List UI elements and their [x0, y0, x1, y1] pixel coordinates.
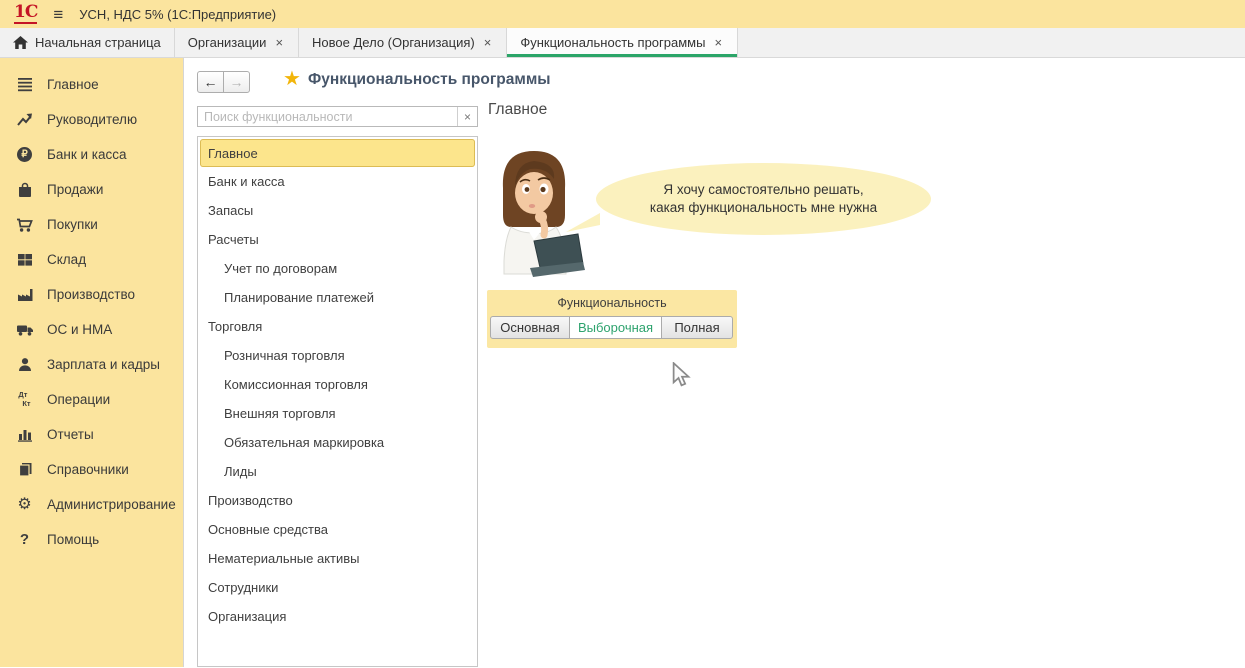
sidebar-item-label: Склад [47, 252, 86, 267]
list-item-organizaciya[interactable]: Организация [200, 602, 475, 631]
list-item-lidy[interactable]: Лиды [200, 457, 475, 486]
sidebar-item-pomosch[interactable]: ? Помощь [0, 522, 183, 557]
close-icon[interactable]: × [712, 35, 724, 50]
bubble-text-line2: какая функциональность мне нужна [650, 199, 877, 217]
list-item-osnovnye-sredstva[interactable]: Основные средства [200, 515, 475, 544]
section-sidebar: Главное Руководителю ₽ Банк и касса Прод… [0, 58, 183, 667]
sidebar-item-operacii[interactable]: ДтКт Операции [0, 382, 183, 417]
list-item-zapasy[interactable]: Запасы [200, 196, 475, 225]
ruble-icon: ₽ [15, 147, 34, 162]
main-content: ← → ★ Функциональность программы × Главн… [183, 58, 1245, 667]
functionality-panel: Функциональность Основная Выборочная Пол… [487, 290, 737, 348]
tab-bar: Начальная страница Организации × Новое Д… [0, 28, 1245, 58]
tab-organizations[interactable]: Организации × [175, 28, 299, 57]
history-nav: ← → [197, 71, 250, 93]
sidebar-item-spravochniki[interactable]: Справочники [0, 452, 183, 487]
list-item-nematerialnye-aktivy[interactable]: Нематериальные активы [200, 544, 475, 573]
functionality-segmented-control: Основная Выборочная Полная [490, 316, 734, 339]
factory-icon [15, 287, 34, 302]
window-titlebar: 1С ≡ УСН, НДС 5% (1С:Предприятие) [0, 0, 1245, 28]
sidebar-item-label: Справочники [47, 462, 129, 477]
truck-icon [15, 323, 34, 337]
home-icon [13, 36, 28, 49]
bubble-text-line1: Я хочу самостоятельно решать, [663, 181, 863, 199]
trend-icon [15, 112, 34, 127]
back-button[interactable]: ← [197, 71, 224, 93]
sidebar-item-label: Зарплата и кадры [47, 357, 160, 372]
sidebar-item-pokupki[interactable]: Покупки [0, 207, 183, 242]
sidebar-item-label: Операции [47, 392, 110, 407]
search-box: × [197, 106, 478, 127]
list-item-proizvodstvo[interactable]: Производство [200, 486, 475, 515]
list-item-glavnoe[interactable]: Главное [200, 139, 475, 167]
option-osnovnaya-button[interactable]: Основная [490, 316, 570, 339]
question-icon: ? [15, 531, 34, 548]
sidebar-item-sklad[interactable]: Склад [0, 242, 183, 277]
tab-label: Начальная страница [35, 35, 161, 50]
sidebar-item-label: Главное [47, 77, 99, 92]
sidebar-item-zarplata-kadry[interactable]: Зарплата и кадры [0, 347, 183, 382]
tab-new-delo[interactable]: Новое Дело (Организация) × [299, 28, 507, 57]
mouse-cursor-icon [671, 362, 692, 392]
cart-icon [15, 217, 34, 233]
window-title: УСН, НДС 5% (1С:Предприятие) [79, 7, 276, 22]
sidebar-item-label: Руководителю [47, 112, 137, 127]
list-item-torgovlya[interactable]: Торговля [200, 312, 475, 341]
bag-icon [15, 182, 34, 198]
option-vyborochnaya-button[interactable]: Выборочная [569, 316, 662, 339]
list-item-roznichnaya-torgovlya[interactable]: Розничная торговля [200, 341, 475, 370]
sidebar-item-proizvodstvo[interactable]: Производство [0, 277, 183, 312]
clear-search-icon[interactable]: × [457, 107, 477, 126]
page-title: Функциональность программы [308, 71, 551, 89]
tab-label: Новое Дело (Организация) [312, 35, 475, 50]
sidebar-item-label: Помощь [47, 532, 99, 547]
sidebar-item-otchety[interactable]: Отчеты [0, 417, 183, 452]
sidebar-item-administrirovanie[interactable]: ⚙ Администрирование [0, 487, 183, 522]
speech-bubble-tail [566, 211, 600, 233]
functionality-label: Функциональность [487, 296, 737, 310]
tab-functionality[interactable]: Функциональность программы × [507, 28, 738, 57]
favorite-star-icon[interactable]: ★ [283, 69, 301, 89]
option-polnaya-button[interactable]: Полная [661, 316, 733, 339]
1c-logo-icon: 1С [14, 4, 37, 24]
main-menu-icon[interactable]: ≡ [53, 6, 63, 23]
list-item-bank-kassa[interactable]: Банк и касса [200, 167, 475, 196]
list-item-sotrudniki[interactable]: Сотрудники [200, 573, 475, 602]
forward-button[interactable]: → [223, 71, 250, 93]
sidebar-item-label: Администрирование [47, 497, 176, 512]
list-item-vneshnyaya-torgovlya[interactable]: Внешняя торговля [200, 399, 475, 428]
warehouse-icon [15, 253, 34, 267]
sidebar-item-label: Производство [47, 287, 135, 302]
sidebar-item-prodazhi[interactable]: Продажи [0, 172, 183, 207]
sidebar-item-label: Банк и касса [47, 147, 127, 162]
list-item-komissionnaya-torgovlya[interactable]: Комиссионная торговля [200, 370, 475, 399]
sidebar-item-bank-kassa[interactable]: ₽ Банк и касса [0, 137, 183, 172]
sidebar-item-os-nma[interactable]: ОС и НМА [0, 312, 183, 347]
search-input[interactable] [198, 107, 457, 126]
tab-label: Организации [188, 35, 267, 50]
list-item-planirovanie-platezhey[interactable]: Планирование платежей [200, 283, 475, 312]
section-title: Главное [488, 101, 547, 119]
gear-icon: ⚙ [15, 497, 34, 513]
sidebar-item-label: Продажи [47, 182, 103, 197]
list-item-obyazatelnaya-markirovka[interactable]: Обязательная маркировка [200, 428, 475, 457]
bar-chart-icon [15, 427, 34, 442]
close-icon[interactable]: × [482, 35, 494, 50]
person-icon [15, 357, 34, 372]
dtkt-icon: ДтКт [15, 391, 34, 408]
sidebar-item-label: ОС и НМА [47, 322, 112, 337]
speech-bubble: Я хочу самостоятельно решать, какая функ… [596, 163, 931, 235]
books-icon [15, 462, 34, 477]
functionality-section-list: Главное Банк и касса Запасы Расчеты Учет… [197, 136, 478, 667]
list-item-raschety[interactable]: Расчеты [200, 225, 475, 254]
sidebar-item-label: Покупки [47, 217, 98, 232]
tab-label: Функциональность программы [520, 35, 705, 50]
sidebar-item-glavnoe[interactable]: Главное [0, 67, 183, 102]
sidebar-item-label: Отчеты [47, 427, 94, 442]
close-icon[interactable]: × [273, 35, 285, 50]
tab-home[interactable]: Начальная страница [0, 28, 175, 57]
list-icon [15, 77, 34, 92]
sidebar-item-rukovoditelyu[interactable]: Руководителю [0, 102, 183, 137]
list-item-uchet-po-dogovoram[interactable]: Учет по договорам [200, 254, 475, 283]
